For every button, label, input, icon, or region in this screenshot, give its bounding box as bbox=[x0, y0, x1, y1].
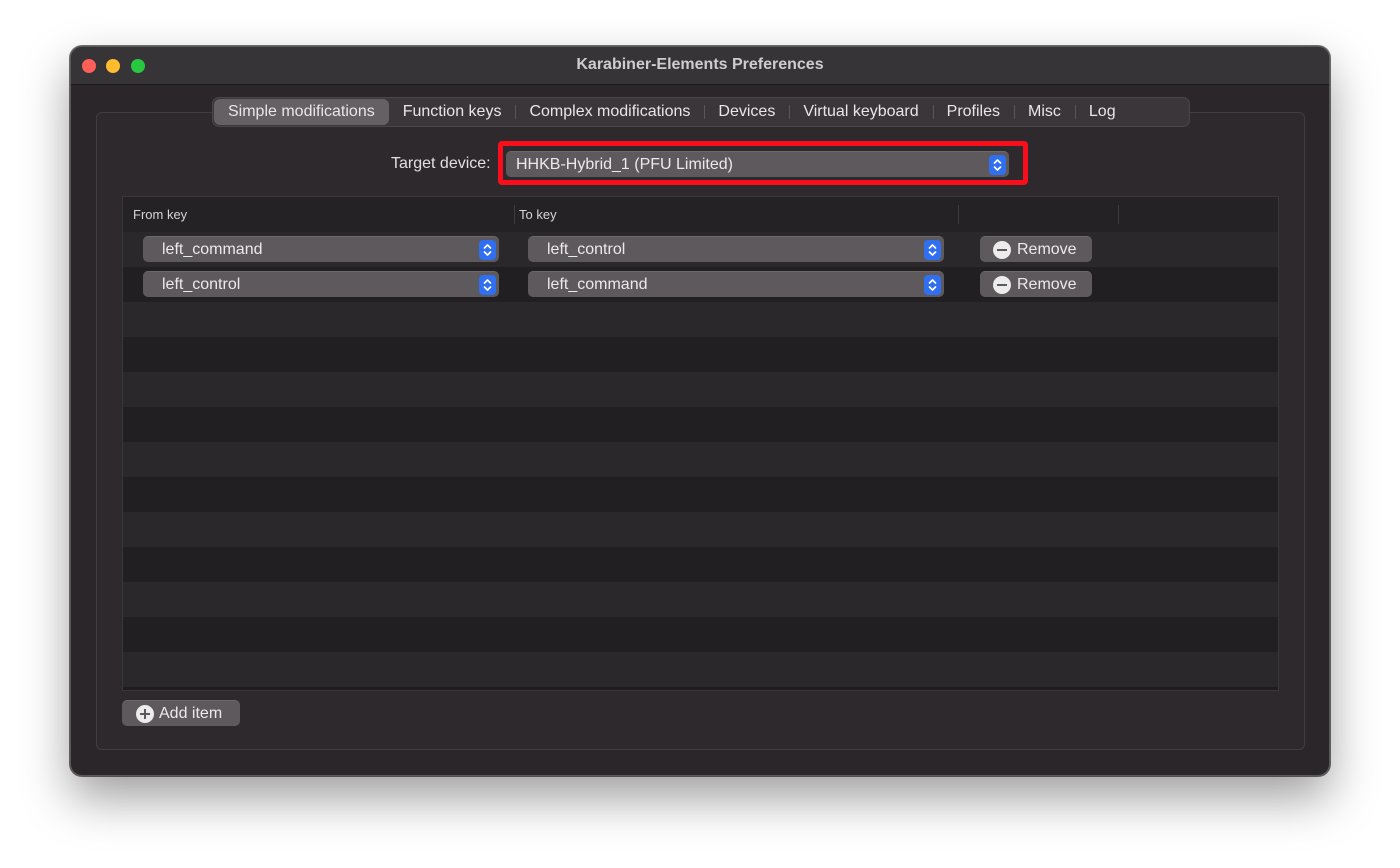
table-row: left_control left_command Remove bbox=[123, 267, 1278, 302]
up-down-chevron-icon bbox=[924, 275, 941, 295]
tab-simple-modifications[interactable]: Simple modifications bbox=[214, 99, 389, 125]
up-down-chevron-icon bbox=[924, 240, 941, 260]
table-row: left_command left_control Remove bbox=[123, 232, 1278, 267]
plus-circle-icon bbox=[136, 705, 154, 723]
add-item-label: Add item bbox=[159, 705, 223, 722]
tab-bar: Simple modifications Function keys Compl… bbox=[212, 97, 1190, 127]
empty-row bbox=[123, 337, 1278, 372]
column-from-key[interactable]: From key bbox=[133, 207, 187, 222]
to-key-value: left_command bbox=[547, 276, 648, 293]
empty-row bbox=[123, 547, 1278, 582]
empty-row bbox=[123, 652, 1278, 687]
remove-button[interactable]: Remove bbox=[980, 271, 1092, 297]
minus-circle-icon bbox=[993, 241, 1011, 259]
up-down-chevron-icon bbox=[479, 240, 496, 260]
empty-row bbox=[123, 407, 1278, 442]
from-key-select[interactable]: left_command bbox=[143, 236, 499, 262]
to-key-select[interactable]: left_command bbox=[528, 271, 944, 297]
empty-row bbox=[123, 512, 1278, 547]
tab-log[interactable]: Log bbox=[1074, 99, 1130, 125]
tab-function-keys[interactable]: Function keys bbox=[389, 99, 516, 125]
empty-row bbox=[123, 302, 1278, 337]
column-divider bbox=[1118, 205, 1119, 224]
modifications-table: From key To key left_command left_contro… bbox=[122, 196, 1279, 691]
empty-row bbox=[123, 582, 1278, 617]
remove-label: Remove bbox=[1017, 241, 1077, 258]
up-down-chevron-icon bbox=[479, 275, 496, 295]
column-divider bbox=[514, 205, 515, 224]
table-header: From key To key bbox=[123, 197, 1278, 233]
column-divider bbox=[958, 205, 959, 224]
empty-row bbox=[123, 477, 1278, 512]
empty-row bbox=[123, 617, 1278, 652]
tab-virtual-keyboard[interactable]: Virtual keyboard bbox=[789, 99, 932, 125]
target-device-label: Target device: bbox=[391, 155, 491, 172]
tab-complex-modifications[interactable]: Complex modifications bbox=[515, 99, 704, 125]
to-key-value: left_control bbox=[547, 241, 626, 258]
title-bar[interactable]: Karabiner-Elements Preferences bbox=[71, 47, 1329, 85]
preferences-window: Karabiner-Elements Preferences Simple mo… bbox=[70, 46, 1330, 776]
from-key-select[interactable]: left_control bbox=[143, 271, 499, 297]
add-item-button[interactable]: Add item bbox=[122, 700, 240, 726]
tab-misc[interactable]: Misc bbox=[1014, 99, 1075, 125]
window-title: Karabiner-Elements Preferences bbox=[576, 56, 824, 73]
column-to-key[interactable]: To key bbox=[519, 207, 557, 222]
from-key-value: left_control bbox=[162, 276, 241, 293]
tab-devices[interactable]: Devices bbox=[704, 99, 789, 125]
from-key-value: left_command bbox=[162, 241, 263, 258]
highlight-box bbox=[498, 141, 1028, 185]
remove-button[interactable]: Remove bbox=[980, 236, 1092, 262]
minus-circle-icon bbox=[993, 276, 1011, 294]
empty-row bbox=[123, 372, 1278, 407]
remove-label: Remove bbox=[1017, 276, 1077, 293]
empty-row bbox=[123, 442, 1278, 477]
tab-profiles[interactable]: Profiles bbox=[932, 99, 1014, 125]
to-key-select[interactable]: left_control bbox=[528, 236, 944, 262]
